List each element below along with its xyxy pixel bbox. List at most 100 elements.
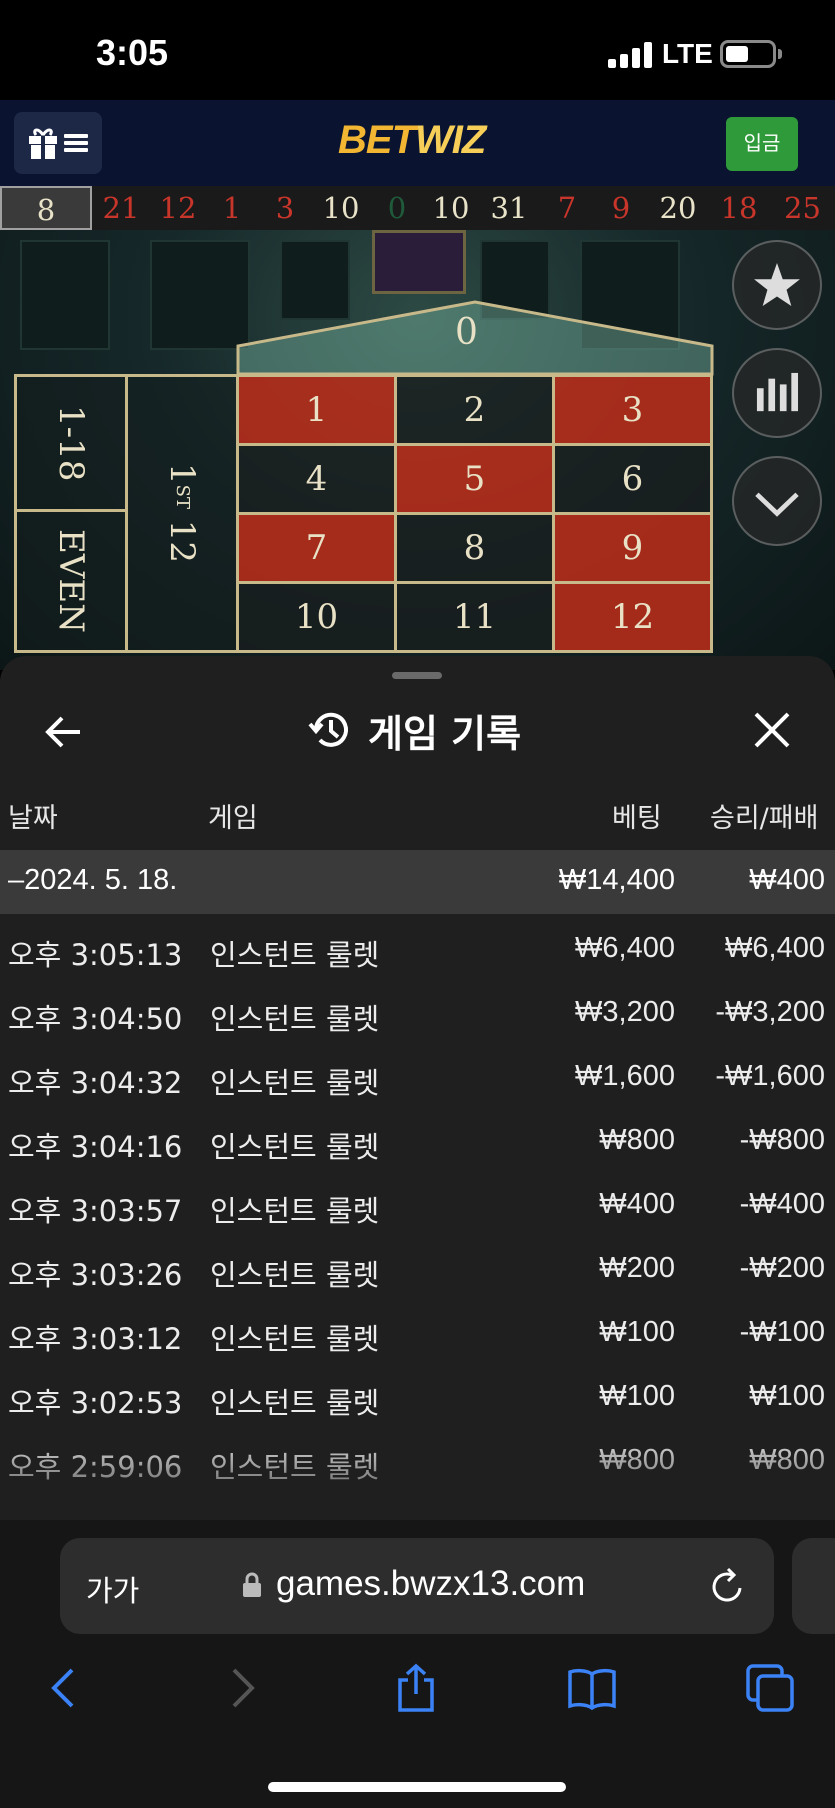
bet-number-cell[interactable]: 8	[394, 512, 555, 584]
row-bet: ₩100	[599, 1380, 675, 1412]
summary-row[interactable]: –2024. 5. 18. ₩14,400 ₩400	[0, 850, 835, 914]
bet-number-label: 9	[621, 528, 644, 568]
battery-icon	[720, 40, 776, 68]
bet-even-label: EVEN	[51, 529, 91, 633]
recent-number: 10	[432, 191, 470, 225]
bet-number-label: 4	[305, 459, 328, 499]
history-row[interactable]: 오후 3:02:53 인스턴트 룰렛 ₩100 ₩100	[0, 1362, 835, 1426]
history-icon	[308, 712, 348, 747]
back-icon[interactable]	[38, 1662, 90, 1714]
bet-number-label: 3	[621, 390, 644, 430]
history-row[interactable]: 오후 3:04:16 인스턴트 룰렛 ₩800 -₩800	[0, 1106, 835, 1170]
history-row[interactable]: 오후 3:04:32 인스턴트 룰렛 ₩1,600 -₩1,600	[0, 1042, 835, 1106]
dozen-suffix: ST	[172, 485, 193, 510]
forward-icon[interactable]	[216, 1662, 268, 1714]
recent-number: 7	[557, 191, 577, 225]
share-icon[interactable]	[390, 1662, 442, 1714]
recent-number: 9	[611, 191, 631, 225]
favorite-button[interactable]	[732, 240, 822, 330]
address-bar[interactable]: 가가 games.bwzx13.com	[60, 1538, 774, 1634]
row-time: 오후 3:03:26	[8, 1258, 183, 1292]
history-row[interactable]: 오후 3:05:13 인스턴트 룰렛 ₩6,400 ₩6,400	[0, 914, 835, 978]
row-game: 인스턴트 룰렛	[210, 1066, 380, 1100]
menu-button[interactable]	[14, 112, 102, 174]
bet-even[interactable]: EVEN	[14, 509, 128, 653]
bet-number-cell[interactable]: 11	[394, 581, 555, 653]
recent-number: 8	[0, 186, 92, 230]
site-header: BETWIZ 입금	[0, 100, 835, 186]
deposit-button[interactable]: 입금	[726, 117, 798, 171]
status-bar: 3:05 LTE	[0, 0, 835, 100]
bet-number-cell[interactable]: 5	[394, 443, 555, 515]
url-text: games.bwzx13.com	[276, 1564, 586, 1603]
bet-number-label: 12	[610, 597, 655, 637]
bet-number-cell[interactable]: 7	[236, 512, 397, 584]
bet-first-dozen[interactable]: 1ST 12	[125, 374, 239, 653]
bet-number-cell[interactable]: 10	[236, 581, 397, 653]
back-arrow-icon[interactable]	[42, 710, 86, 754]
row-bet: ₩800	[599, 1444, 675, 1476]
game-history-sheet: 게임 기록 날짜 게임 베팅 승리/패배 –2024. 5. 18. ₩14,4…	[0, 656, 835, 1520]
history-row[interactable]: 오후 3:03:57 인스턴트 룰렛 ₩400 -₩400	[0, 1170, 835, 1234]
bet-number-cell[interactable]: 3	[552, 374, 713, 446]
row-result: -₩100	[739, 1316, 825, 1348]
row-result: -₩200	[739, 1252, 825, 1284]
statistics-button[interactable]	[732, 348, 822, 438]
recent-number: 10	[322, 191, 360, 225]
row-time: 오후 3:02:53	[8, 1386, 183, 1420]
reload-icon[interactable]	[708, 1566, 746, 1606]
recent-number: 21	[102, 191, 140, 225]
history-row[interactable]: 오후 3:03:12 인스턴트 룰렛 ₩100 -₩100	[0, 1298, 835, 1362]
site-logo[interactable]: BETWIZ	[338, 118, 486, 163]
bet-number-label: 5	[463, 459, 486, 499]
bet-number-cell[interactable]: 6	[552, 443, 713, 515]
recent-number: 0	[387, 191, 407, 225]
text-size-button[interactable]: 가가	[86, 1568, 139, 1610]
row-bet: ₩1,600	[575, 1060, 675, 1092]
row-game: 인스턴트 룰렛	[210, 1258, 380, 1292]
bet-number-label: 11	[452, 597, 497, 637]
recent-number: 20	[659, 191, 697, 225]
row-result: -₩1,600	[715, 1060, 825, 1092]
recent-number: 31	[490, 191, 528, 225]
bet-number-cell[interactable]: 2	[394, 374, 555, 446]
close-icon[interactable]	[750, 708, 794, 752]
bet-number-cell[interactable]: 12	[552, 581, 713, 653]
row-time: 오후 2:59:06	[8, 1450, 183, 1484]
row-time: 오후 3:04:50	[8, 1002, 183, 1036]
logo-bet: BET	[338, 118, 416, 162]
battery-nub	[778, 49, 782, 59]
signal-icon	[608, 42, 654, 68]
recent-number: 25	[784, 191, 821, 225]
bet-low-label: 1-18	[51, 404, 91, 482]
next-tab-preview[interactable]	[792, 1538, 835, 1634]
tabs-icon[interactable]	[744, 1662, 796, 1714]
row-time: 오후 3:04:16	[8, 1130, 183, 1164]
column-bet: 베팅	[612, 803, 662, 834]
bet-number-cell[interactable]: 1	[236, 374, 397, 446]
sheet-title: 게임 기록	[308, 700, 521, 760]
bet-number-cell[interactable]: 9	[552, 512, 713, 584]
row-bet: ₩100	[599, 1316, 675, 1348]
gift-icon	[29, 128, 57, 159]
zero-label: 0	[455, 312, 478, 353]
summary-date: –2024. 5. 18.	[8, 864, 178, 896]
status-time: 3:05	[96, 32, 169, 73]
sheet-grabber[interactable]	[392, 672, 442, 679]
summary-bet: ₩14,400	[558, 864, 675, 896]
row-bet: ₩3,200	[575, 996, 675, 1028]
lock-icon	[243, 1572, 261, 1597]
row-bet: ₩200	[599, 1252, 675, 1284]
history-row[interactable]: 오후 2:59:06 인스턴트 룰렛 ₩800 ₩800	[0, 1426, 835, 1490]
bet-number-cell[interactable]: 4	[236, 443, 397, 515]
collapse-button[interactable]	[732, 456, 822, 546]
history-row[interactable]: 오후 3:04:50 인스턴트 룰렛 ₩3,200 -₩3,200	[0, 978, 835, 1042]
row-result: -₩3,200	[715, 996, 825, 1028]
hamburger-icon	[64, 134, 88, 152]
recent-number: 18	[720, 191, 758, 225]
bet-low-1-18[interactable]: 1-18	[14, 374, 128, 512]
row-time: 오후 3:03:57	[8, 1194, 183, 1228]
bookmarks-icon[interactable]	[566, 1662, 618, 1714]
recent-numbers-strip: 8 21 12 1 3 10 0 10 31 7 9 20 18 25	[0, 186, 835, 230]
history-row[interactable]: 오후 3:03:26 인스턴트 룰렛 ₩200 -₩200	[0, 1234, 835, 1298]
